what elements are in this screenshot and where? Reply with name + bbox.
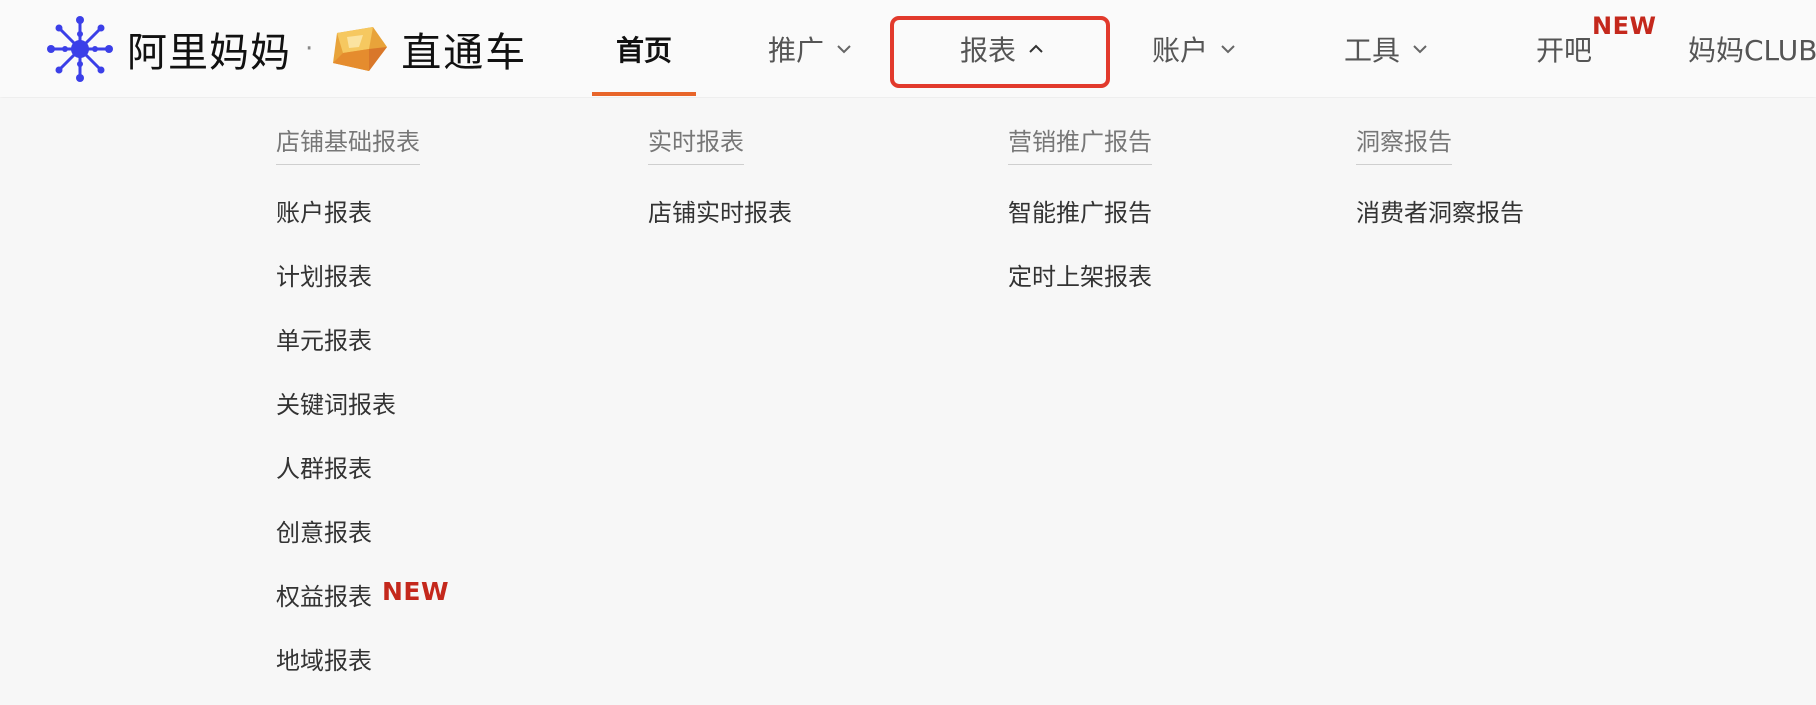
- menu-item-creative-report[interactable]: 创意报表: [276, 513, 449, 577]
- menu-column-title: 营销推广报告: [1008, 122, 1152, 165]
- nav-account-label: 账户: [1152, 33, 1209, 67]
- menu-item-label: 计划报表: [276, 263, 372, 291]
- menu-column-title: 洞察报告: [1356, 122, 1452, 165]
- menu-item-consumer-insight-report[interactable]: 消费者洞察报告: [1356, 193, 1524, 257]
- menu-item-label: 账户报表: [276, 199, 372, 227]
- menu-item-scheduled-listing-report[interactable]: 定时上架报表: [1008, 257, 1152, 321]
- alimama-brand-text: 阿里妈妈: [127, 30, 291, 76]
- reports-dropdown-menu: 店铺基础报表 账户报表 计划报表 单元报表 关键词报表 人群报表 创意报表 权益…: [0, 98, 1816, 696]
- menu-column-store-basic: 店铺基础报表 账户报表 计划报表 单元报表 关键词报表 人群报表 创意报表 权益…: [276, 122, 449, 705]
- menu-item-keyword-report[interactable]: 关键词报表: [276, 385, 449, 449]
- nav-promote-label: 推广: [768, 33, 825, 67]
- menu-item-store-realtime-report[interactable]: 店铺实时报表: [648, 193, 792, 257]
- chevron-down-icon: [837, 44, 851, 53]
- menu-item-new-badge: NEW: [382, 577, 450, 606]
- reports-highlight-box: [890, 16, 1110, 88]
- nav-mama-club-label: 妈妈CLUB: [1688, 33, 1816, 67]
- menu-item-benefit-report[interactable]: 权益报表 NEW: [276, 577, 449, 641]
- menu-item-label: 定时上架报表: [1008, 263, 1152, 291]
- nav-account[interactable]: 账户: [1152, 0, 1236, 97]
- brand-separator: ·: [305, 34, 314, 64]
- nav-promote[interactable]: 推广: [768, 0, 852, 97]
- nav-kaiba-label: 开吧: [1536, 33, 1593, 67]
- menu-item-label: 店铺实时报表: [648, 199, 792, 227]
- menu-column-realtime: 实时报表 店铺实时报表: [648, 122, 792, 257]
- menu-column-marketing: 营销推广报告 智能推广报告 定时上架报表: [1008, 122, 1152, 321]
- nav-home-label: 首页: [616, 33, 673, 67]
- menu-item-label: 智能推广报告: [1008, 199, 1152, 227]
- menu-item-label: 地域报表: [276, 647, 372, 675]
- menu-item-label: 创意报表: [276, 519, 372, 547]
- menu-column-title: 店铺基础报表: [276, 122, 420, 165]
- menu-item-region-report[interactable]: 地域报表: [276, 641, 449, 705]
- chevron-down-icon: [1413, 44, 1427, 53]
- menu-item-plan-report[interactable]: 计划报表: [276, 257, 449, 321]
- menu-item-crowd-report[interactable]: 人群报表: [276, 449, 449, 513]
- nav-mama-club[interactable]: 妈妈CLUB: [1688, 0, 1816, 97]
- menu-item-label: 关键词报表: [276, 391, 396, 419]
- logo-group[interactable]: 阿里妈妈 · 直通车: [45, 14, 527, 84]
- menu-item-label: 权益报表: [276, 583, 372, 611]
- alimama-logo-icon: [47, 16, 113, 82]
- menu-column-title: 实时报表: [648, 122, 744, 165]
- nav-home[interactable]: 首页: [616, 0, 672, 97]
- nav-kaiba[interactable]: 开吧: [1536, 0, 1592, 97]
- top-navigation-bar: 阿里妈妈 · 直通车 首页 推广 报表 账户 工具 开吧 NEW 妈妈CLUB: [0, 0, 1816, 97]
- menu-item-unit-report[interactable]: 单元报表: [276, 321, 449, 385]
- zhitongche-logo-icon: [333, 27, 388, 71]
- nav-tools[interactable]: 工具: [1344, 0, 1428, 97]
- nav-active-underline: [592, 92, 696, 96]
- menu-item-label: 单元报表: [276, 327, 372, 355]
- chevron-down-icon: [1221, 44, 1235, 53]
- menu-item-label: 人群报表: [276, 455, 372, 483]
- menu-item-account-report[interactable]: 账户报表: [276, 193, 449, 257]
- menu-column-insight: 洞察报告 消费者洞察报告: [1356, 122, 1524, 257]
- menu-item-label: 消费者洞察报告: [1356, 199, 1524, 227]
- menu-item-smart-promotion-report[interactable]: 智能推广报告: [1008, 193, 1152, 257]
- nav-kaiba-new-badge: NEW: [1592, 12, 1657, 40]
- zhitongche-brand-text: 直通车: [401, 30, 528, 76]
- nav-tools-label: 工具: [1344, 33, 1401, 67]
